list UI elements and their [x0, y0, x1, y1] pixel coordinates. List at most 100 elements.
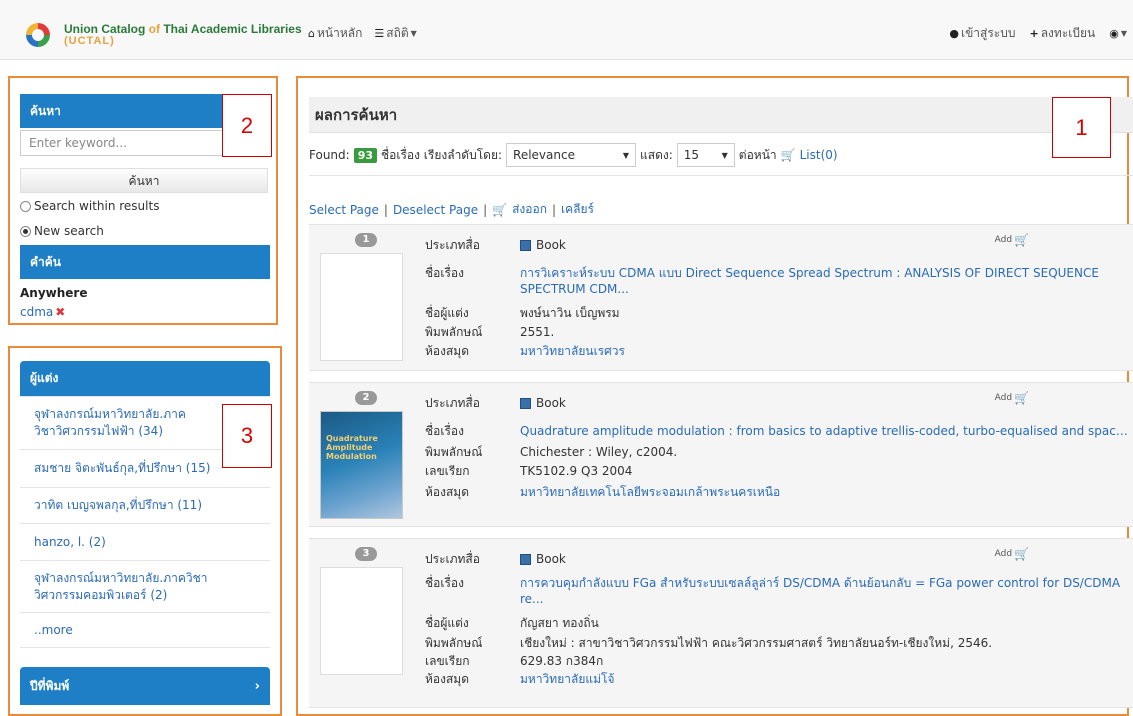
library-link[interactable]: มหาวิทยาลัยเทคโนโลยีพระจอมเกล้าพระนครเหน… — [520, 484, 780, 500]
logo-title-of: of — [148, 22, 160, 36]
cart-add-icon: 🛒 — [1014, 233, 1029, 247]
result-title-link[interactable]: การวิเคราะห์ระบบ CDMA แบบ Direct Sequenc… — [520, 265, 1120, 297]
result-number-badge: 2 — [355, 391, 377, 405]
sort-prefix: ชื่อเรื่อง เรียงลำดับโดย: — [381, 147, 503, 162]
library-link[interactable]: มหาวิทยาลัยแม่โจ้ — [520, 671, 614, 687]
add-to-cart-button[interactable]: Add 🛒 — [995, 547, 1029, 561]
nav-home[interactable]: ⌂ หน้าหลัก — [308, 24, 362, 43]
globe-icon: ◉ — [1109, 27, 1119, 40]
nav-register[interactable]: + ลงทะเบียน — [1029, 24, 1095, 43]
top-navbar: Union Catalog of Thai Academic Libraries… — [0, 0, 1133, 60]
facet-item[interactable]: จุฬาลงกรณ์มหาวิทยาลัย.ภาควิชาวิศวกรรมคอม… — [20, 560, 270, 612]
home-icon: ⌂ — [308, 27, 315, 40]
sort-select[interactable]: Relevance ▼ — [506, 143, 637, 167]
field-label: ชื่อเรื่อง — [425, 266, 464, 280]
result-thumbnail[interactable] — [320, 567, 403, 675]
cart-add-icon: 🛒 — [1014, 391, 1029, 405]
logo-text[interactable]: Union Catalog of Thai Academic Libraries… — [64, 23, 302, 47]
results-title: ผลการค้นหา — [315, 106, 398, 124]
caret-down-icon: ▼ — [1120, 29, 1127, 38]
chevron-right-icon: › — [254, 678, 260, 694]
field-label: ประเภทสื่อ — [425, 238, 480, 252]
logo-title-1: Union Catalog — [64, 22, 146, 36]
radio-search-within[interactable]: Search within results — [20, 199, 159, 213]
facet-item-label: hanzo, l. (2) — [34, 534, 106, 549]
select-page-link[interactable]: Select Page — [309, 203, 379, 217]
caret-down-icon: ▼ — [721, 150, 728, 160]
export-link[interactable]: ส่งออก — [512, 200, 547, 219]
facet-item[interactable]: hanzo, l. (2) — [20, 523, 270, 560]
nav-login[interactable]: ● เข้าสู่ระบบ — [949, 24, 1015, 43]
clear-link[interactable]: เคลียร์ — [561, 200, 594, 219]
result-thumbnail[interactable]: Quadrature Amplitude Modulation — [320, 411, 403, 519]
nav-language-dropdown[interactable]: ◉ ▼ — [1109, 24, 1127, 43]
result-number-badge: 3 — [355, 547, 377, 561]
result-item-3: 3 ประเภทสื่อ Book ชื่อเรื่อง การควบคุมกำ… — [309, 538, 1133, 708]
add-label: Add — [994, 393, 1013, 403]
found-count-badge: 93 — [353, 147, 377, 163]
add-to-cart-button[interactable]: Add 🛒 — [995, 233, 1029, 247]
author-value: กัญสยา ทองถิ่น — [520, 616, 599, 630]
radio-new-search[interactable]: New search — [20, 224, 104, 238]
facet-more-label: ..more — [34, 622, 73, 637]
facet-item-label: สมชาย จิตะพันธ์กุล,ที่ปรึกษา (15) — [34, 461, 211, 475]
year-facet-title: ปีที่พิมพ์ — [30, 678, 70, 693]
field-label: ห้องสมุด — [425, 672, 470, 686]
nav-login-label: เข้าสู่ระบบ — [960, 26, 1016, 40]
result-title-link[interactable]: Quadrature amplitude modulation : from b… — [520, 423, 1130, 439]
search-term-tag: cdma ✖ — [20, 305, 65, 319]
caret-down-icon: ▼ — [410, 29, 417, 38]
nav-home-label: หน้าหลัก — [316, 26, 363, 40]
page-size-value: 15 — [683, 148, 700, 162]
media-type-value: Book — [520, 395, 566, 411]
field-label: ประเภทสื่อ — [425, 552, 480, 566]
uctal-logo[interactable] — [18, 20, 58, 50]
add-to-cart-button[interactable]: Add 🛒 — [995, 391, 1029, 405]
sort-select-value: Relevance — [513, 148, 575, 162]
logo-title-2: Thai Academic Libraries — [163, 22, 302, 36]
media-type-value: Book — [520, 551, 566, 567]
year-facet-header[interactable]: ปีที่พิมพ์ › — [20, 667, 270, 705]
radio-on-icon — [20, 225, 31, 237]
result-item-1: 1 ประเภทสื่อ Book ชื่อเรื่อง การวิเคราะห… — [309, 224, 1133, 371]
facet-more-link[interactable]: ..more — [20, 612, 270, 648]
add-label: Add — [994, 235, 1013, 245]
cart-icon: 🛒 — [492, 202, 508, 217]
result-thumbnail[interactable] — [320, 253, 403, 361]
results-toolbar: Found: 93 ชื่อเรื่อง เรียงลำดับโดย: Rele… — [309, 143, 838, 167]
page-size-select[interactable]: 15 ▼ — [676, 143, 735, 167]
media-type-value: Book — [520, 237, 566, 253]
search-button[interactable]: ค้นหา — [20, 168, 268, 193]
search-term-text: cdma — [20, 305, 54, 319]
radio-new-search-label: New search — [34, 224, 104, 238]
separator: | — [551, 202, 557, 217]
call-number-value: TK5102.9 Q3 2004 — [520, 464, 633, 478]
library-link[interactable]: มหาวิทยาลัยนเรศวร — [520, 343, 625, 359]
list-link[interactable]: List(0) — [800, 148, 838, 162]
author-value: พงษ์นาวิน เบ็ญพรม — [520, 306, 620, 320]
cart-icon: 🛒 — [780, 148, 796, 162]
search-terms-header: คำค้น — [20, 245, 270, 279]
results-divider — [309, 175, 1133, 176]
result-title-link[interactable]: การควบคุมกำลังแบบ FGa สำหรับระบบเซลล์ลูล… — [520, 575, 1130, 607]
field-label: พิมพลักษณ์ — [425, 325, 483, 339]
field-label: ห้องสมุด — [425, 344, 470, 358]
annotation-label-3: 3 — [222, 404, 272, 468]
remove-term-icon[interactable]: ✖ — [55, 305, 65, 319]
author-facet-title: ผู้แต่ง — [30, 371, 59, 385]
book-icon — [520, 397, 531, 409]
per-page-label: ต่อหน้า — [738, 147, 777, 162]
annotation-label-2: 2 — [222, 94, 272, 157]
show-label: แสดง: — [640, 147, 673, 162]
field-label: พิมพลักษณ์ — [425, 636, 483, 650]
facet-item[interactable]: วาทิต เบญจพลกุล,ที่ปรึกษา (11) — [20, 487, 270, 523]
cart-add-icon: 🛒 — [1014, 547, 1029, 561]
anywhere-label: Anywhere — [20, 286, 88, 300]
field-label: ชื่อผู้แต่ง — [425, 616, 469, 630]
field-label: เลขเรียก — [425, 464, 470, 478]
call-number-value: 629.83 ก384ก — [520, 654, 604, 668]
imprint-value: 2551. — [520, 325, 555, 339]
nav-stats-dropdown[interactable]: ☰ สถิติ ▼ — [374, 24, 416, 43]
found-label: Found: — [309, 148, 350, 162]
deselect-page-link[interactable]: Deselect Page — [393, 203, 478, 217]
